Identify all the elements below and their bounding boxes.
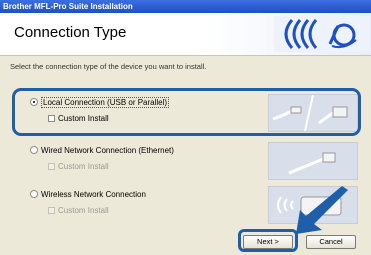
option-label: Wired Network Connection (Ethernet) — [41, 146, 174, 155]
header-banner: Connection Type — [0, 13, 371, 56]
radio-wireless-network[interactable]: Wireless Network Connection — [30, 190, 146, 199]
brand-logo-icon — [274, 16, 369, 52]
page-title: Connection Type — [14, 24, 127, 41]
installer-window: Brother MFL-Pro Suite Installation Conne… — [0, 0, 371, 255]
ethernet-cable-image — [268, 142, 358, 180]
radio-wired-network[interactable]: Wired Network Connection (Ethernet) — [30, 146, 174, 155]
ethernet-cable-icon — [269, 143, 357, 179]
checkbox-custom-install-wireless[interactable]: Custom Install — [48, 206, 109, 215]
checkbox-label: Custom Install — [58, 162, 109, 171]
checkbox-label: Custom Install — [58, 206, 109, 215]
pointer-arrow-icon — [296, 186, 348, 234]
checkbox-icon[interactable] — [48, 207, 55, 214]
window-title-bar: Brother MFL-Pro Suite Installation — [0, 0, 371, 13]
next-button[interactable]: Next > — [243, 235, 293, 249]
checkbox-custom-install-wired[interactable]: Custom Install — [48, 162, 109, 171]
radio-button-icon[interactable] — [30, 146, 38, 154]
option-label: Wireless Network Connection — [41, 190, 146, 199]
selection-highlight-box — [12, 88, 361, 136]
radio-button-icon[interactable] — [30, 190, 38, 198]
checkbox-icon[interactable] — [48, 163, 55, 170]
instruction-text: Select the connection type of the device… — [10, 62, 207, 71]
